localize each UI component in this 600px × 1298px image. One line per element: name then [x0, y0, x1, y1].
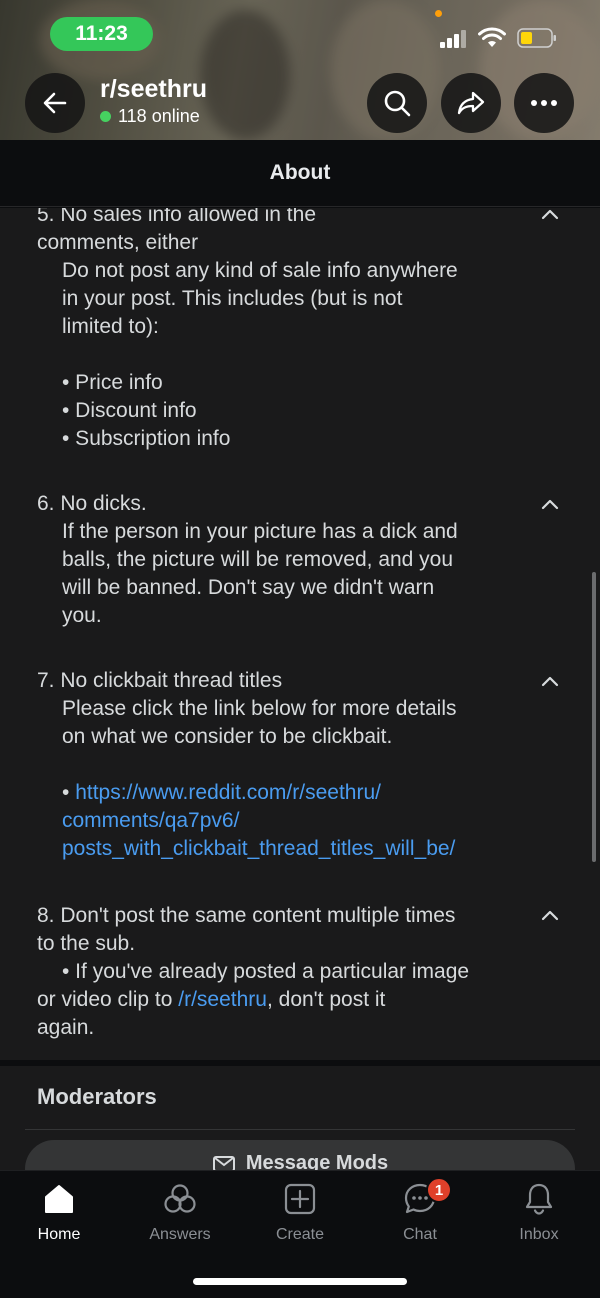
rule-7-title: 7. No clickbait thread titles — [37, 669, 283, 692]
clickbait-rules-link-cont[interactable]: comments/qa7pv6/ — [62, 807, 537, 835]
rule-title-line: comments, either — [37, 231, 199, 254]
signal-icon — [440, 30, 466, 48]
scrollbar[interactable] — [592, 572, 596, 862]
moderators-section: Moderators Message Mods — [0, 1066, 600, 1176]
rule-bullet: • Price info — [62, 371, 163, 394]
online-dot — [100, 111, 111, 122]
privacy-indicator-dot — [435, 10, 442, 17]
rule-5-title: 5. No sales info allowed in the comments… — [37, 208, 537, 257]
tab-inbox[interactable]: Inbox — [489, 1181, 589, 1244]
rule-title-line: 5. No sales info allowed in the — [37, 208, 316, 226]
rule-title-line: 8. Don't post the same content multiple … — [37, 904, 456, 927]
rule-body-line: on what we consider to be clickbait. — [62, 725, 393, 748]
create-plus-icon — [284, 1183, 316, 1215]
rule-body-line: If the person in your picture has a dick… — [62, 520, 458, 543]
rule-8-title: 8. Don't post the same content multiple … — [37, 902, 547, 958]
share-button[interactable] — [441, 73, 501, 133]
rule-7[interactable]: 7. No clickbait thread titles Please cli… — [37, 667, 537, 863]
online-count: 118 online — [100, 106, 200, 127]
rule-body-line: balls, the picture will be removed, and … — [62, 548, 454, 571]
more-options-button[interactable] — [514, 73, 574, 133]
tab-chat[interactable]: Chat — [370, 1181, 470, 1244]
tab-label: Inbox — [519, 1226, 559, 1243]
clickbait-link-line: • https://www.reddit.com/r/seethru/ — [62, 779, 537, 807]
back-button[interactable] — [25, 73, 85, 133]
tab-home[interactable]: Home — [9, 1181, 109, 1244]
rule-6-body: If the person in your picture has a dick… — [37, 518, 537, 630]
bell-icon — [525, 1183, 553, 1215]
tab-label: Create — [275, 1226, 325, 1243]
rules-panel: 5. No sales info allowed in the comments… — [0, 208, 600, 1060]
rule-body-line: again. — [37, 1016, 95, 1039]
rule-body-line: limited to): — [62, 315, 159, 338]
rule-text: or video clip to — [37, 988, 179, 1011]
link-bullet: • — [62, 781, 76, 804]
chevron-up-icon[interactable] — [541, 909, 559, 921]
subreddit-link[interactable]: /r/seethru — [178, 988, 267, 1011]
rule-text: , don't post it — [266, 988, 386, 1011]
rule-body-spacer — [62, 751, 537, 779]
home-icon — [45, 1185, 73, 1213]
rule-bullet: • Discount info — [62, 399, 197, 422]
rule-body-line: will be banned. Don't say we didn't warn — [62, 576, 435, 599]
moderators-title: Moderators — [37, 1084, 157, 1109]
more-dots-icon — [531, 100, 557, 106]
answers-icon — [164, 1184, 196, 1213]
rule-body-line: you. — [62, 604, 102, 627]
rule-body-line: Please click the link below for more det… — [62, 697, 457, 720]
rule-5[interactable]: 5. No sales info allowed in the comments… — [37, 208, 537, 453]
rule-6-title: 6. No dicks. — [37, 492, 147, 515]
rule-8-body: • If you've already posted a particular … — [37, 958, 547, 1042]
divider — [25, 1129, 575, 1130]
chat-unread-badge: 1 — [426, 1177, 452, 1203]
rule-body-line: or video clip to /r/seethru, don't post … — [37, 986, 547, 1014]
status-time: 11:23 — [50, 17, 153, 51]
about-title: About — [269, 161, 331, 184]
tab-label: Home — [37, 1226, 81, 1243]
tab-create[interactable]: Create — [250, 1181, 350, 1244]
share-icon — [457, 91, 485, 115]
rule-5-body: Do not post any kind of sale info anywhe… — [37, 257, 537, 453]
clickbait-rules-link-cont[interactable]: posts_with_clickbait_thread_titles_will_… — [62, 835, 537, 863]
rule-body-line: in your post. This includes (but is not — [62, 287, 403, 310]
tab-label: Answers — [149, 1226, 211, 1243]
home-indicator[interactable] — [193, 1278, 407, 1285]
wifi-icon — [478, 27, 506, 47]
about-header: About — [0, 140, 600, 207]
tab-answers[interactable]: Answers — [130, 1181, 230, 1244]
arrow-left-icon — [43, 92, 67, 114]
rule-body-spacer — [62, 341, 537, 369]
subreddit-name[interactable]: r/seethru — [100, 75, 207, 104]
rule-bullet: • Subscription info — [62, 427, 231, 450]
rule-8[interactable]: 8. Don't post the same content multiple … — [37, 902, 547, 1042]
rule-body-line: Do not post any kind of sale info anywhe… — [62, 259, 458, 282]
rule-title-line: to the sub. — [37, 932, 136, 955]
tab-label: Chat — [403, 1226, 437, 1243]
rule-body-line: • If you've already posted a particular … — [62, 960, 470, 983]
search-button[interactable] — [367, 73, 427, 133]
search-icon — [384, 90, 411, 117]
chevron-up-icon[interactable] — [541, 675, 559, 687]
chevron-up-icon[interactable] — [541, 208, 559, 220]
online-label: 118 online — [118, 106, 200, 126]
chevron-up-icon[interactable] — [541, 498, 559, 510]
rule-7-body: Please click the link below for more det… — [37, 695, 537, 863]
clickbait-rules-link[interactable]: https://www.reddit.com/r/seethru/ — [75, 781, 381, 804]
battery-icon — [517, 28, 556, 48]
rule-6[interactable]: 6. No dicks. If the person in your pictu… — [37, 490, 537, 630]
